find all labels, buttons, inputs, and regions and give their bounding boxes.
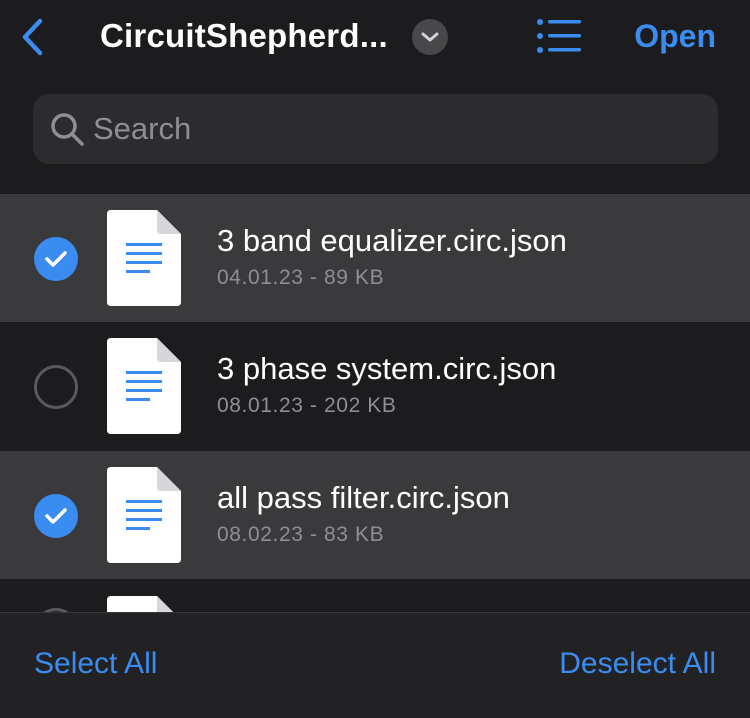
file-row[interactable]: 3 phase system.circ.json 08.01.23 - 202 … [0, 322, 750, 450]
document-icon [107, 467, 181, 563]
list-view-icon [537, 19, 581, 53]
search-placeholder: Search [93, 111, 192, 146]
select-all-button[interactable]: Select All [34, 647, 157, 681]
navigation-bar: CircuitShepherd... Open [0, 0, 750, 80]
file-row[interactable]: all pass filter.circ.json 08.02.23 - 83 … [0, 451, 750, 579]
open-button[interactable]: Open [634, 16, 716, 56]
folder-menu-button[interactable] [412, 19, 448, 55]
document-icon [107, 338, 181, 434]
file-meta: 04.01.23 - 89 KB [217, 266, 385, 289]
search-input[interactable]: Search [33, 94, 718, 164]
file-name: all pass filter.circ.json [217, 480, 510, 515]
folder-title: CircuitShepherd... [100, 17, 388, 54]
file-meta: 08.01.23 - 202 KB [217, 394, 397, 417]
document-icon [107, 210, 181, 306]
file-row[interactable]: 3 band equalizer.circ.json 04.01.23 - 89… [0, 194, 750, 322]
chevron-left-icon [22, 18, 43, 56]
list-view-button[interactable] [534, 14, 584, 58]
checkmark-unselected-icon[interactable] [34, 365, 78, 409]
chevron-down-icon [421, 32, 439, 42]
checkmark-selected-icon[interactable] [34, 494, 78, 538]
back-button[interactable] [14, 14, 50, 60]
bottom-toolbar: Select All Deselect All [0, 612, 750, 718]
file-name: 3 band equalizer.circ.json [217, 223, 567, 258]
search-icon [47, 109, 87, 149]
deselect-all-button[interactable]: Deselect All [559, 647, 716, 681]
file-meta: 08.02.23 - 83 KB [217, 523, 385, 546]
file-name: 3 phase system.circ.json [217, 351, 557, 386]
checkmark-selected-icon[interactable] [34, 237, 78, 281]
